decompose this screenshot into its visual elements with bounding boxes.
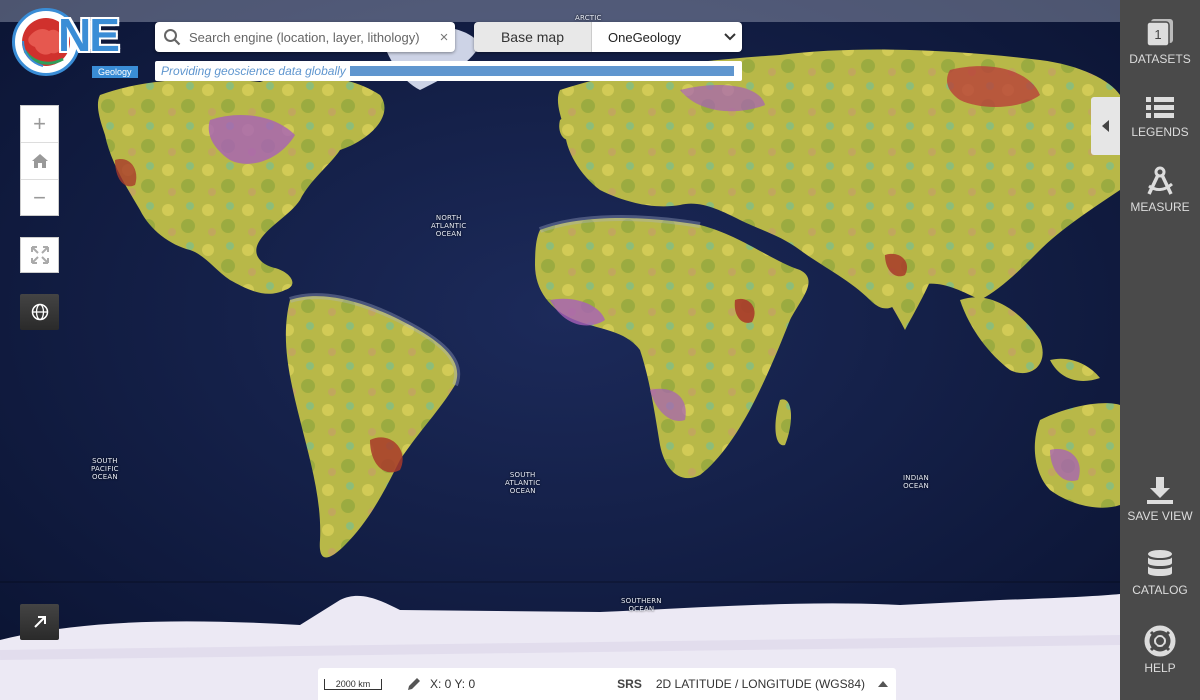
south-pacific-ocean-label: SOUTH PACIFIC OCEAN xyxy=(91,457,119,481)
search-box: × xyxy=(155,22,455,52)
expand-icon xyxy=(30,246,49,264)
side-panel: 1 DATASETS LEGENDS MEASURE SAVE VIEW CAT… xyxy=(1120,0,1200,700)
arctic-ice xyxy=(0,0,1120,22)
measure-button[interactable]: MEASURE xyxy=(1120,166,1200,214)
datasets-button[interactable]: 1 DATASETS xyxy=(1120,18,1200,66)
logo-wordmark: NE xyxy=(58,9,120,61)
zoom-in-button[interactable]: + xyxy=(21,106,58,143)
panel-collapse-button[interactable] xyxy=(1091,97,1120,155)
basemap-label: Base map xyxy=(474,22,592,52)
chevron-down-icon xyxy=(724,33,736,41)
compass-icon xyxy=(1147,166,1173,195)
search-clear-button[interactable]: × xyxy=(433,29,455,46)
map-canvas[interactable]: ARCTIC NORTH ATLANTIC OCEAN SOUTH PACIFIC OC… xyxy=(0,0,1120,700)
globe-view-button[interactable] xyxy=(20,294,59,330)
lifebuoy-icon xyxy=(1144,625,1176,657)
north-atlantic-ocean-label: NORTH ATLANTIC OCEAN xyxy=(431,214,467,238)
tagline-bar: Providing geoscience data globally xyxy=(155,61,742,81)
overview-map-button[interactable] xyxy=(20,604,59,640)
search-input[interactable] xyxy=(189,23,433,51)
caret-up-icon[interactable] xyxy=(878,681,888,687)
database-icon xyxy=(1148,550,1172,576)
geology-map xyxy=(0,0,1120,700)
save-view-label: SAVE VIEW xyxy=(1127,509,1193,523)
southern-ocean-label: SOUTHERN OCEAN xyxy=(621,597,662,613)
basemap-selected-value: OneGeology xyxy=(608,29,681,45)
help-button[interactable]: HELP xyxy=(1120,625,1200,675)
status-bar: 2000 km X: 0 Y: 0 SRS 2D LATITUDE / LONG… xyxy=(318,668,896,700)
layers-icon: 1 xyxy=(1146,19,1173,47)
home-icon xyxy=(31,154,48,168)
catalog-button[interactable]: CATALOG xyxy=(1120,549,1200,597)
search-icon[interactable] xyxy=(155,22,189,52)
help-label: HELP xyxy=(1144,661,1176,675)
south-atlantic-ocean-label: SOUTH ATLANTIC OCEAN xyxy=(505,471,541,495)
pencil-icon[interactable] xyxy=(406,676,422,692)
basemap-control: Base map OneGeology xyxy=(474,22,742,52)
arctic-ocean-label: ARCTIC xyxy=(575,14,602,22)
arrow-up-right-icon xyxy=(33,616,46,628)
measure-label: MEASURE xyxy=(1130,200,1190,214)
legends-button[interactable]: LEGENDS xyxy=(1120,95,1200,139)
zoom-out-button[interactable]: − xyxy=(21,180,58,216)
srs-label: SRS xyxy=(617,677,642,691)
catalog-label: CATALOG xyxy=(1132,583,1188,597)
chevron-left-icon xyxy=(1101,120,1109,132)
basemap-select[interactable]: OneGeology xyxy=(592,22,742,52)
datasets-count: 1 xyxy=(1154,27,1161,42)
fullscreen-button[interactable] xyxy=(20,237,59,273)
datasets-label: DATASETS xyxy=(1129,52,1191,66)
logo-subtext: Geology xyxy=(92,66,138,78)
list-icon xyxy=(1146,97,1174,118)
indian-ocean-label: INDIAN OCEAN xyxy=(903,474,929,490)
coordinates-readout: X: 0 Y: 0 xyxy=(430,677,476,691)
zoom-controls: + − xyxy=(20,105,59,216)
tagline-text: Providing geoscience data globally xyxy=(161,64,346,78)
globe-icon xyxy=(31,303,48,321)
onegeology-logo[interactable]: NE Geology xyxy=(8,6,138,78)
home-button[interactable] xyxy=(21,143,58,180)
download-icon xyxy=(1147,477,1173,504)
srs-select[interactable]: 2D LATITUDE / LONGITUDE (WGS84) xyxy=(656,677,865,691)
scale-bar: 2000 km xyxy=(324,678,382,690)
tagline-accent-bar xyxy=(350,66,734,76)
legends-label: LEGENDS xyxy=(1131,125,1189,139)
save-view-button[interactable]: SAVE VIEW xyxy=(1120,475,1200,523)
